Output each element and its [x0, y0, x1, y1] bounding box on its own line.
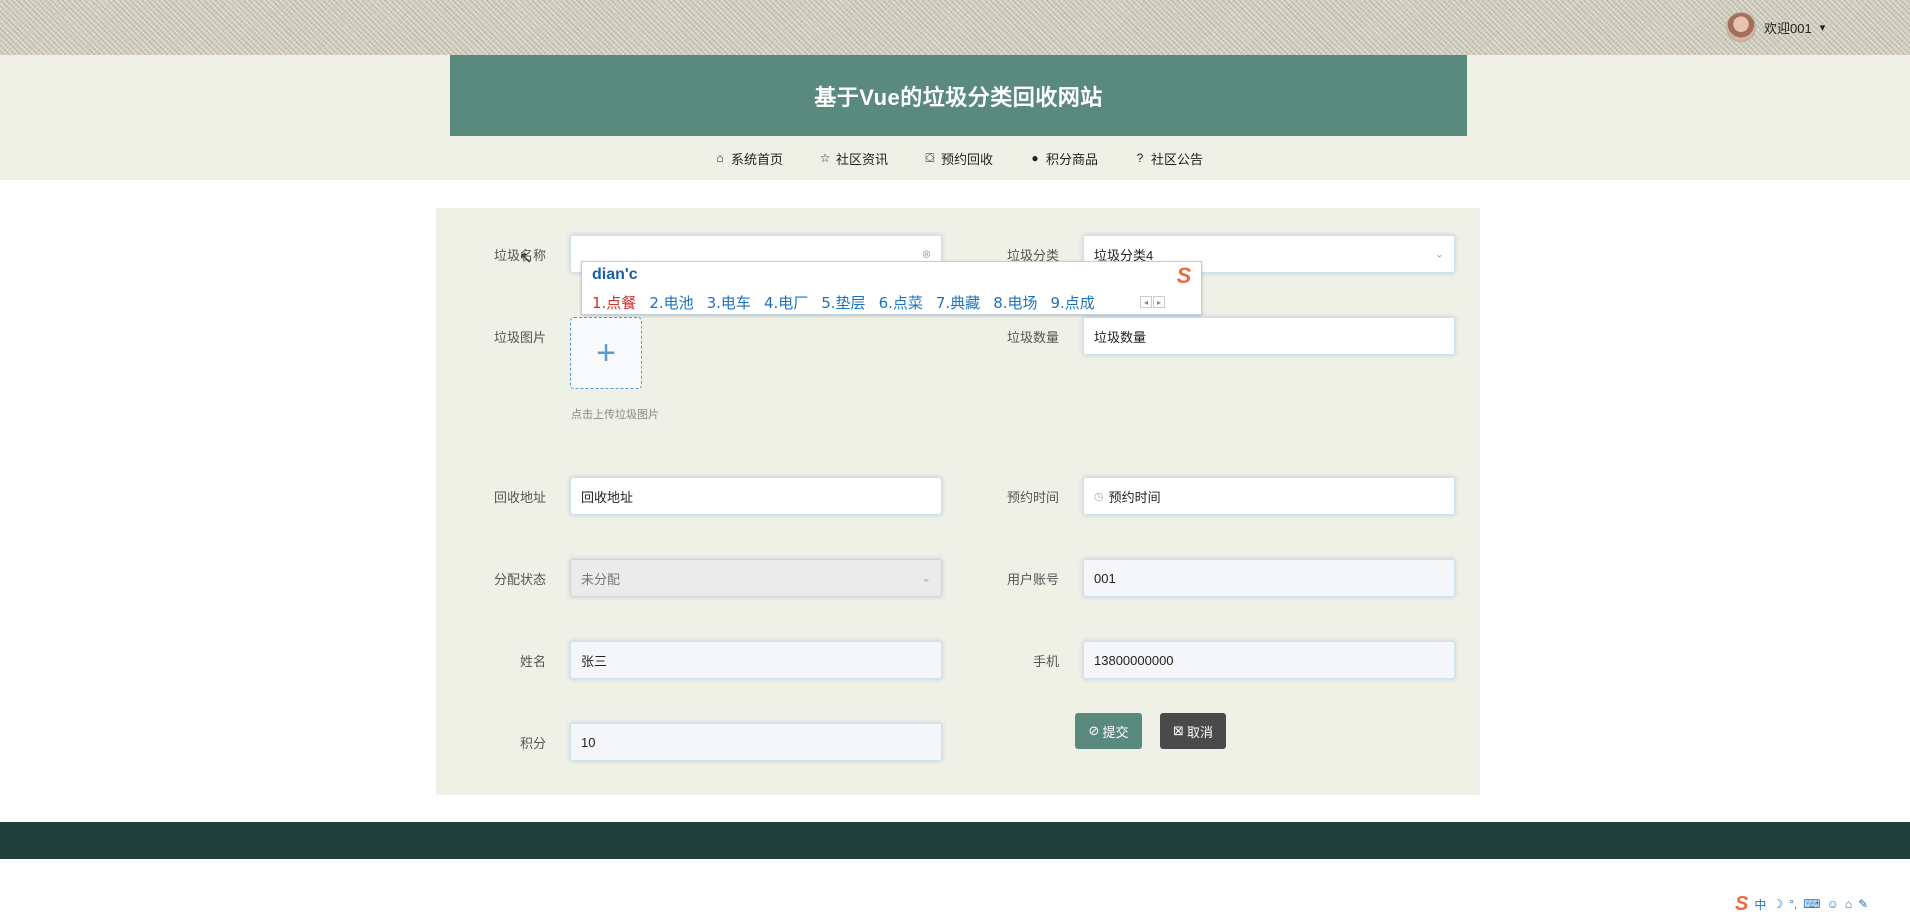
ime-candidate-window[interactable]: dian'c S 1.点餐 2.电池 3.电车 4.电厂 5.垫层 6.点菜 7…: [581, 261, 1202, 315]
chevron-down-icon: ⌄: [1434, 248, 1444, 261]
quantity-label: 垃圾数量: [1006, 330, 1059, 345]
phone-value: 13800000000: [1094, 652, 1174, 668]
ime-candidate[interactable]: 5.垫层: [821, 292, 865, 313]
phone-label: 手机: [1032, 654, 1059, 669]
image-upload[interactable]: +: [570, 317, 642, 389]
ime-candidate[interactable]: 2.电池: [649, 292, 693, 313]
realname-value: 张三: [581, 653, 608, 669]
plus-icon: +: [596, 333, 616, 372]
image-label: 垃圾图片: [493, 330, 546, 345]
sogou-logo-icon[interactable]: S: [1735, 893, 1748, 916]
upload-tip: 点击上传垃圾图片: [571, 409, 659, 421]
address-input[interactable]: 回收地址: [570, 477, 942, 515]
ime-composition: dian'c: [592, 266, 638, 283]
mouse-cursor-icon: ↖: [519, 250, 533, 267]
nav-item-label: 社区资讯: [835, 151, 888, 167]
ime-candidate[interactable]: 9.点成: [1051, 292, 1095, 313]
ime-candidate[interactable]: 7.典藏: [936, 292, 980, 313]
site-banner: 基于Vue的垃圾分类回收网站: [450, 55, 1467, 136]
punctuation-icon[interactable]: °,: [1789, 897, 1797, 911]
user-menu[interactable]: 欢迎001 ▾: [1726, 12, 1825, 42]
footer: [0, 822, 1910, 859]
keyboard-icon[interactable]: ⌨: [1803, 897, 1820, 911]
info-icon: ●: [1031, 151, 1039, 165]
close-square-icon: ⊠: [1173, 723, 1184, 738]
main-nav: ⌂ 系统首页 ☆ 社区资讯 ⛋ 预约回收 ● 积分商品 ? 社区公告: [450, 146, 1467, 170]
home-icon: ⌂: [716, 151, 724, 165]
sogou-logo-icon: S: [1176, 263, 1192, 288]
tools-icon[interactable]: ✎: [1858, 897, 1868, 911]
address-placeholder: 回收地址: [581, 489, 634, 505]
chevron-down-icon: ⌄: [921, 572, 931, 585]
status-select[interactable]: 未分配 ⌄: [570, 559, 942, 597]
nav-item-notices[interactable]: ? 社区公告: [1134, 149, 1203, 168]
realname-input[interactable]: 张三: [570, 641, 942, 679]
status-value: 未分配: [581, 571, 621, 587]
time-placeholder: 预约时间: [1108, 489, 1161, 505]
account-value: 001: [1094, 570, 1116, 586]
next-page-icon[interactable]: ▸: [1153, 296, 1165, 308]
status-label: 分配状态: [493, 572, 546, 587]
chinese-mode-icon[interactable]: 中: [1754, 896, 1766, 913]
ime-candidate[interactable]: 4.电厂: [764, 292, 808, 313]
time-label: 预约时间: [1006, 490, 1059, 505]
points-label: 积分: [519, 736, 546, 751]
check-circle-icon: ⊘: [1088, 723, 1100, 738]
moon-icon[interactable]: ☽: [1772, 897, 1783, 911]
question-icon: ?: [1136, 151, 1144, 165]
nav-item-label: 积分商品: [1046, 151, 1099, 167]
clear-icon[interactable]: ⊗: [922, 248, 931, 261]
account-label: 用户账号: [1006, 572, 1059, 587]
nav-item-news[interactable]: ☆ 社区资讯: [819, 149, 888, 168]
points-value: 10: [581, 734, 596, 750]
quantity-placeholder: 垃圾数量: [1094, 329, 1147, 345]
caret-down-icon[interactable]: ▾: [1820, 21, 1826, 34]
address-label: 回收地址: [493, 490, 546, 505]
ime-toolbar: S 中 ☽ °, ⌨ ☺ ⌂ ✎: [1735, 893, 1868, 915]
time-picker[interactable]: ◷ 预约时间: [1083, 477, 1455, 515]
nav-item-booking[interactable]: ⛋ 预约回收: [924, 149, 993, 168]
prev-page-icon[interactable]: ◂: [1140, 296, 1152, 308]
ime-candidate[interactable]: 6.点菜: [879, 292, 923, 313]
submit-button[interactable]: ⊘ 提交: [1075, 713, 1142, 749]
phone-input[interactable]: 13800000000: [1083, 641, 1455, 679]
ime-candidate[interactable]: 3.电车: [707, 292, 751, 313]
cancel-button[interactable]: ⊠ 取消: [1160, 713, 1226, 749]
top-bar: 欢迎001 ▾: [0, 0, 1910, 55]
ime-candidate[interactable]: 8.电场: [993, 292, 1037, 313]
ime-candidates: 1.点餐 2.电池 3.电车 4.电厂 5.垫层 6.点菜 7.典藏 8.电场 …: [592, 292, 1095, 313]
welcome-text[interactable]: 欢迎001: [1764, 18, 1812, 37]
site-title: 基于Vue的垃圾分类回收网站: [814, 84, 1103, 110]
skin-icon[interactable]: ⌂: [1845, 897, 1852, 911]
ime-candidate[interactable]: 1.点餐: [592, 292, 636, 313]
star-icon: ☆: [819, 151, 831, 165]
clock-icon: ◷: [1094, 490, 1104, 503]
avatar[interactable]: [1726, 12, 1756, 42]
points-input[interactable]: 10: [570, 723, 942, 761]
nav-item-label: 预约回收: [940, 151, 993, 167]
account-input[interactable]: 001: [1083, 559, 1455, 597]
quantity-input[interactable]: 垃圾数量: [1083, 317, 1455, 355]
nav-item-label: 系统首页: [730, 151, 783, 167]
user-icon[interactable]: ☺: [1827, 897, 1839, 911]
ime-pager: ◂ ▸: [1140, 296, 1165, 308]
bag-icon: ⛋: [925, 150, 935, 165]
nav-item-points-goods[interactable]: ● 积分商品: [1029, 149, 1098, 168]
realname-label: 姓名: [519, 654, 546, 669]
nav-item-label: 社区公告: [1151, 151, 1204, 167]
nav-item-home[interactable]: ⌂ 系统首页: [714, 149, 783, 168]
